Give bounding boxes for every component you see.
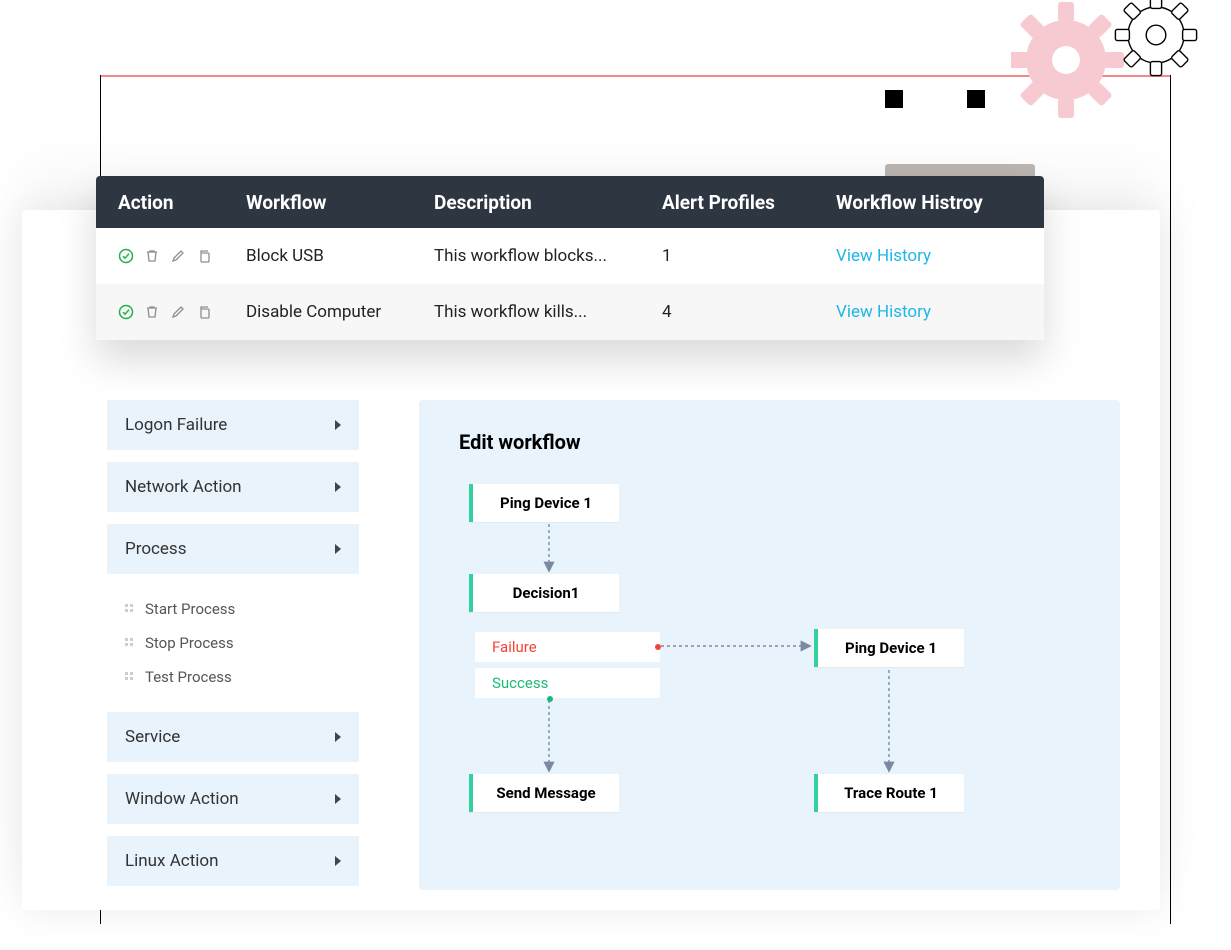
sidebar-item-linux-action[interactable]: Linux Action — [107, 836, 359, 886]
node-label: Send Message — [496, 784, 595, 802]
col-alert-profiles: Alert Profiles — [662, 191, 836, 214]
sidebar-item-network-action[interactable]: Network Action — [107, 462, 359, 512]
node-label: Ping Device 1 — [845, 639, 937, 657]
sidebar-item-label: Logon Failure — [125, 415, 227, 435]
sidebar-sub-start-process[interactable]: Start Process — [125, 592, 359, 626]
sidebar-sub-label: Test Process — [145, 668, 232, 686]
cell-description: This workflow blocks... — [434, 246, 662, 266]
sidebar-item-service[interactable]: Service — [107, 712, 359, 762]
sidebar-sublist-process: Start Process Stop Process Test Process — [107, 586, 359, 700]
col-action: Action — [96, 191, 246, 214]
view-history-link[interactable]: View History — [836, 302, 931, 322]
branch-label: Failure — [492, 638, 537, 656]
node-label: Ping Device 1 — [500, 494, 592, 512]
approve-icon[interactable] — [118, 248, 134, 264]
cell-alert: 1 — [662, 246, 836, 266]
cell-workflow: Disable Computer — [246, 302, 434, 322]
flow-node-ping-device[interactable]: Ping Device 1 — [469, 484, 619, 522]
table-header-row: Action Workflow Description Alert Profil… — [96, 176, 1044, 228]
branch-label: Success — [492, 674, 548, 692]
chevron-right-icon — [335, 482, 341, 492]
flow-node-send-message[interactable]: Send Message — [469, 774, 619, 812]
sidebar-item-process[interactable]: Process — [107, 524, 359, 574]
flow-node-trace-route[interactable]: Trace Route 1 — [814, 774, 964, 812]
sidebar-item-label: Service — [125, 727, 180, 747]
sidebar-item-label: Linux Action — [125, 851, 218, 871]
edit-icon[interactable] — [170, 248, 186, 264]
copy-icon[interactable] — [196, 248, 212, 264]
chevron-right-icon — [335, 794, 341, 804]
flow-node-ping-device-2[interactable]: Ping Device 1 — [814, 629, 964, 667]
workflow-table: Action Workflow Description Alert Profil… — [96, 176, 1044, 340]
chevron-right-icon — [335, 544, 341, 554]
table-row: Disable Computer This workflow kills... … — [96, 284, 1044, 340]
chevron-right-icon — [335, 732, 341, 742]
chevron-right-icon — [335, 856, 341, 866]
flow-branch-failure[interactable]: Failure — [475, 632, 660, 662]
sidebar-item-window-action[interactable]: Window Action — [107, 774, 359, 824]
node-label: Trace Route 1 — [844, 784, 938, 802]
table-row: Block USB This workflow blocks... 1 View… — [96, 228, 1044, 284]
decorative-frame-right — [1170, 75, 1171, 924]
sidebar-sub-label: Stop Process — [145, 634, 234, 652]
delete-icon[interactable] — [144, 304, 160, 320]
sidebar-item-label: Network Action — [125, 477, 242, 497]
action-sidebar: Logon Failure Network Action Process Sta… — [107, 400, 359, 890]
col-workflow-history: Workflow Histroy — [836, 191, 1044, 214]
drag-handle-icon — [125, 604, 135, 614]
col-workflow: Workflow — [246, 191, 434, 214]
sidebar-sub-stop-process[interactable]: Stop Process — [125, 626, 359, 660]
sidebar-sub-label: Start Process — [145, 600, 235, 618]
edit-icon[interactable] — [170, 304, 186, 320]
connector-dot-icon — [547, 696, 553, 702]
view-history-link[interactable]: View History — [836, 246, 931, 266]
approve-icon[interactable] — [118, 304, 134, 320]
col-description: Description — [434, 191, 662, 214]
flow-node-decision[interactable]: Decision1 — [469, 574, 619, 612]
drag-handle-icon — [125, 672, 135, 682]
delete-icon[interactable] — [144, 248, 160, 264]
cell-workflow: Block USB — [246, 246, 434, 266]
copy-icon[interactable] — [196, 304, 212, 320]
editor-title: Edit workflow — [459, 430, 1080, 454]
gear-decoration — [1011, 0, 1211, 134]
workflow-editor-panel: Edit workflow Ping Device 1 — [419, 400, 1120, 890]
sidebar-item-label: Window Action — [125, 789, 239, 809]
flow-branch-success[interactable]: Success — [475, 668, 660, 698]
cell-alert: 4 — [662, 302, 836, 322]
sidebar-item-label: Process — [125, 539, 186, 559]
chevron-right-icon — [335, 420, 341, 430]
connector-dot-icon — [655, 644, 661, 650]
drag-handle-icon — [125, 638, 135, 648]
node-label: Decision1 — [513, 584, 580, 602]
workflow-canvas[interactable]: Ping Device 1 Decision1 Failure Success … — [459, 484, 1080, 844]
sidebar-item-logon-failure[interactable]: Logon Failure — [107, 400, 359, 450]
cell-description: This workflow kills... — [434, 302, 662, 322]
sidebar-sub-test-process[interactable]: Test Process — [125, 660, 359, 694]
